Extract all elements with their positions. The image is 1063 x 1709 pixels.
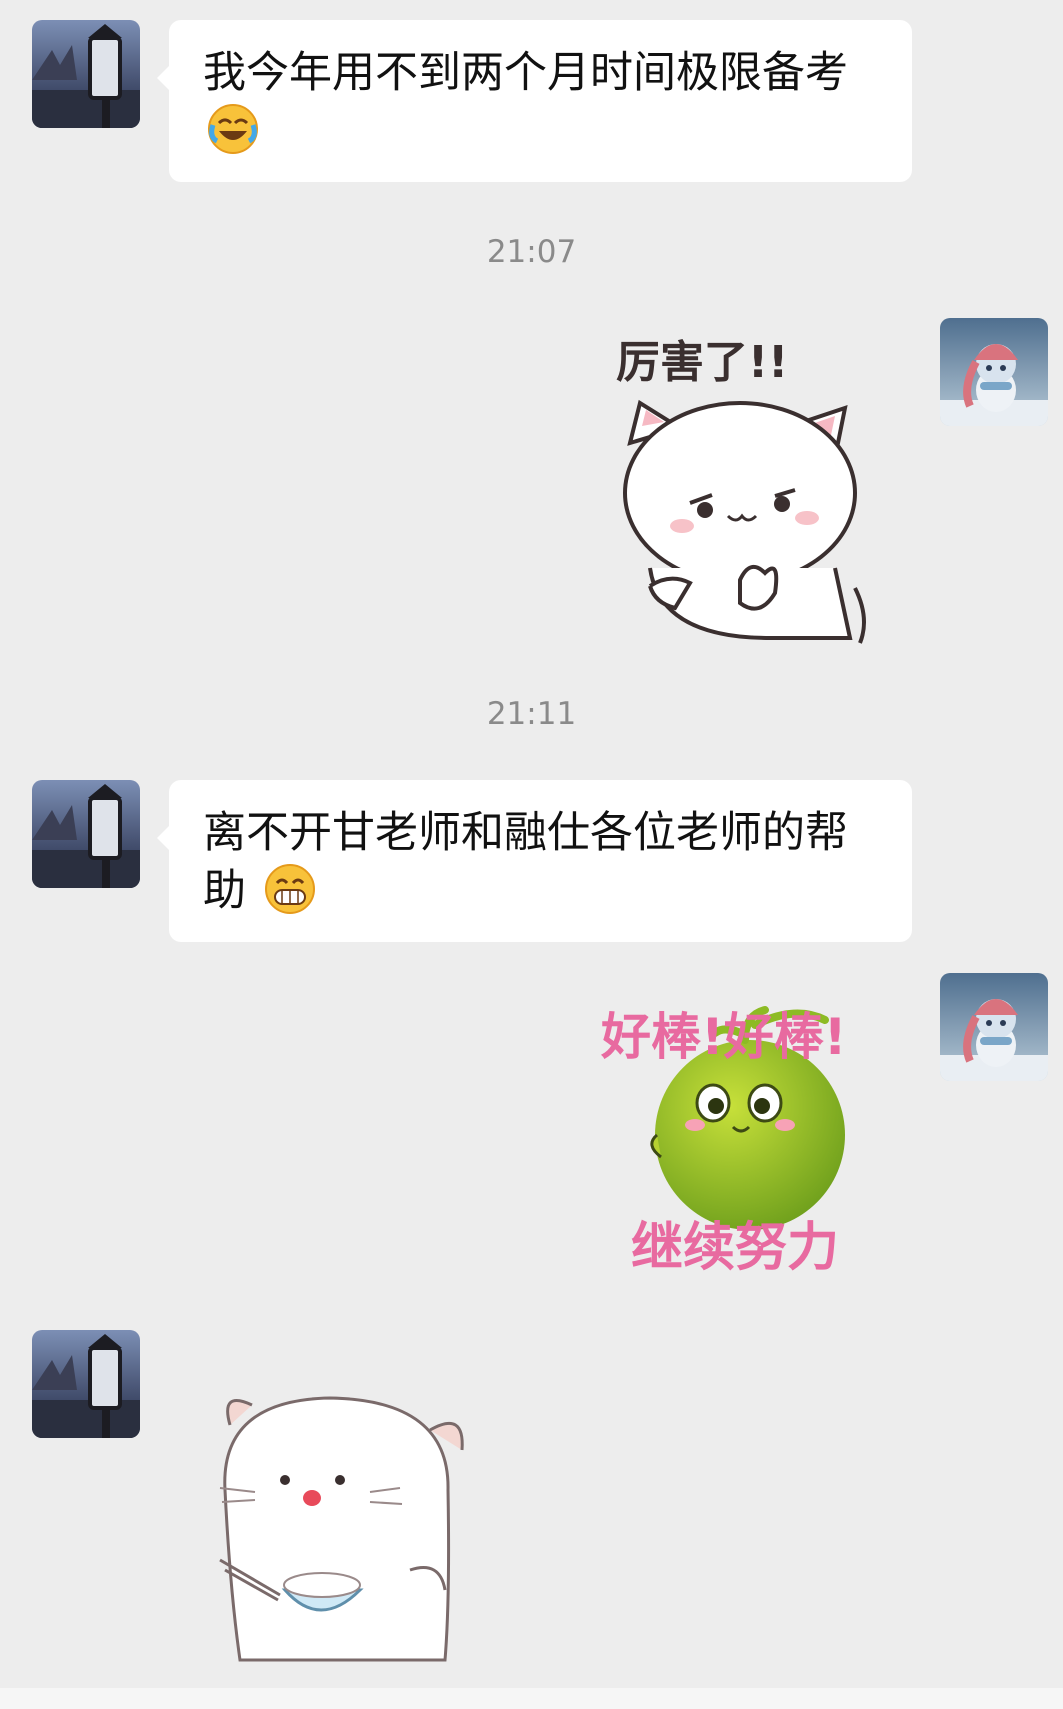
contact-avatar[interactable] (32, 1330, 140, 1438)
hamster-sticker[interactable] (200, 1370, 490, 1670)
chat-screen: 我今年用不到两个月时间极限备考 21:07 厉害了!! 21:11 离不开甘老师… (0, 0, 1063, 1709)
melon-sticker[interactable]: 好棒!好棒! 继续努力 (595, 985, 905, 1278)
grinning-face-icon (264, 863, 316, 915)
message-bubble[interactable]: 我今年用不到两个月时间极限备考 (157, 20, 912, 182)
contact-avatar[interactable] (32, 780, 140, 888)
contact-avatar[interactable] (32, 20, 140, 128)
message-text: 我今年用不到两个月时间极限备考 (203, 48, 848, 98)
my-avatar[interactable] (940, 973, 1048, 1081)
bottom-bar (0, 1688, 1063, 1709)
sticker-caption-top: 好棒!好棒! (601, 1008, 847, 1066)
sticker-caption-bottom: 继续努力 (631, 1218, 840, 1278)
message-bubble[interactable]: 离不开甘老师和融仕各位老师的帮助 (157, 780, 912, 942)
sticker-caption: 厉害了!! (616, 337, 789, 388)
timestamp: 21:07 (486, 234, 577, 270)
timestamp: 21:11 (486, 696, 577, 732)
my-avatar[interactable] (940, 318, 1048, 426)
cat-sticker[interactable]: 厉害了!! (600, 318, 880, 648)
face-with-tears-of-joy-icon (207, 103, 259, 155)
